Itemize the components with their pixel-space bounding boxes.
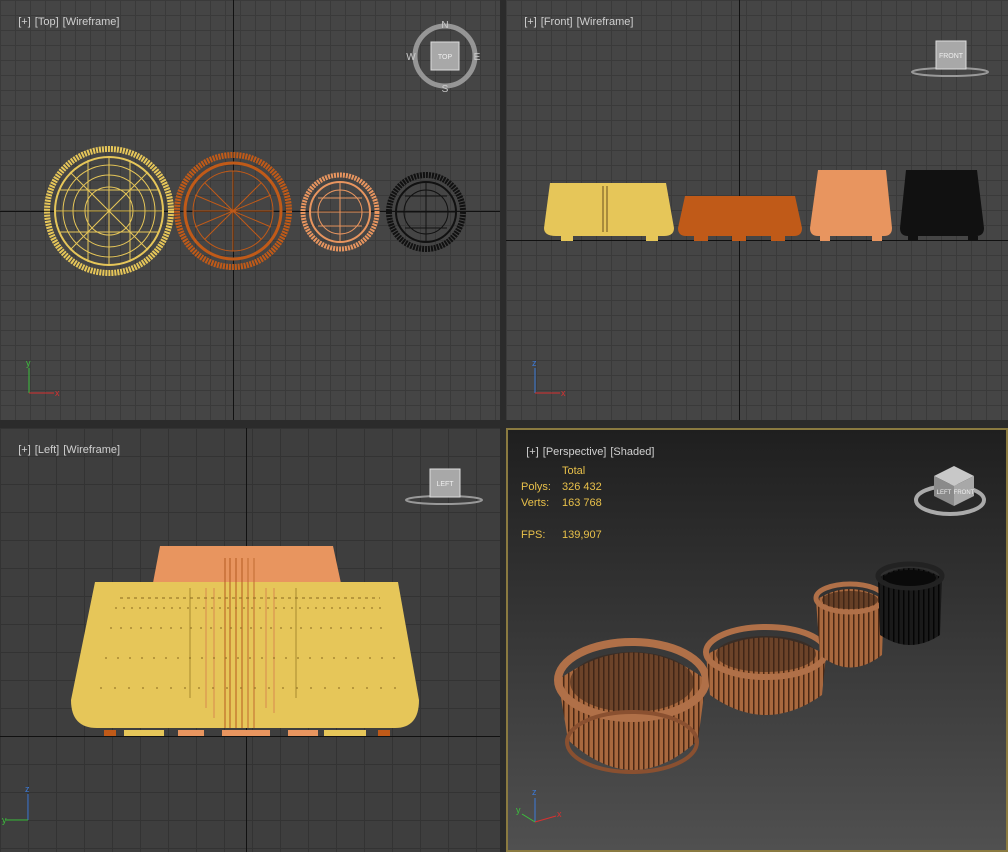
- viewport-menu-plus[interactable]: [+]: [18, 444, 31, 456]
- svg-text:x: x: [55, 388, 60, 398]
- viewport-menu-plus[interactable]: [+]: [18, 16, 31, 28]
- svg-text:y: y: [2, 815, 7, 825]
- axis-tripod-perspective: z y x: [516, 787, 562, 823]
- viewport-perspective[interactable]: [+] [Perspective] [Shaded] Total Polys: 32…: [506, 428, 1008, 852]
- svg-text:z: z: [532, 787, 537, 797]
- viewport-top[interactable]: TOP N S E W y x [+] [Top] [Wireframe]: [0, 0, 500, 420]
- viewport-front[interactable]: FRONT z x [+] [Front] [Wireframe]: [506, 0, 1008, 420]
- axis-tripod-left: z y: [2, 784, 30, 825]
- axis-tripod-top: y x: [26, 358, 60, 398]
- viewport-shading-menu[interactable]: [Wireframe]: [63, 16, 120, 28]
- svg-text:x: x: [557, 809, 562, 819]
- viewport-view-menu[interactable]: [Front]: [541, 16, 573, 28]
- axis-tripod-front: z x: [532, 358, 566, 398]
- viewport-shading-menu[interactable]: [Wireframe]: [577, 16, 634, 28]
- viewport-view-menu[interactable]: [Top]: [35, 16, 59, 28]
- viewport-shading-menu[interactable]: [Wireframe]: [63, 444, 120, 456]
- viewport-left[interactable]: LEFT z y [+] [Left] [Wireframe]: [0, 428, 500, 852]
- viewport-label-left: [+] [Left] [Wireframe]: [6, 432, 124, 468]
- svg-text:y: y: [26, 358, 31, 368]
- viewport-label-front: [+] [Front] [Wireframe]: [512, 4, 637, 40]
- svg-text:z: z: [25, 784, 30, 794]
- viewport-view-menu[interactable]: [Left]: [35, 444, 59, 456]
- svg-text:z: z: [532, 358, 537, 368]
- svg-text:x: x: [561, 388, 566, 398]
- viewport-menu-plus[interactable]: [+]: [524, 16, 537, 28]
- svg-text:y: y: [516, 805, 521, 815]
- viewport-label-top: [+] [Top] [Wireframe]: [6, 4, 123, 40]
